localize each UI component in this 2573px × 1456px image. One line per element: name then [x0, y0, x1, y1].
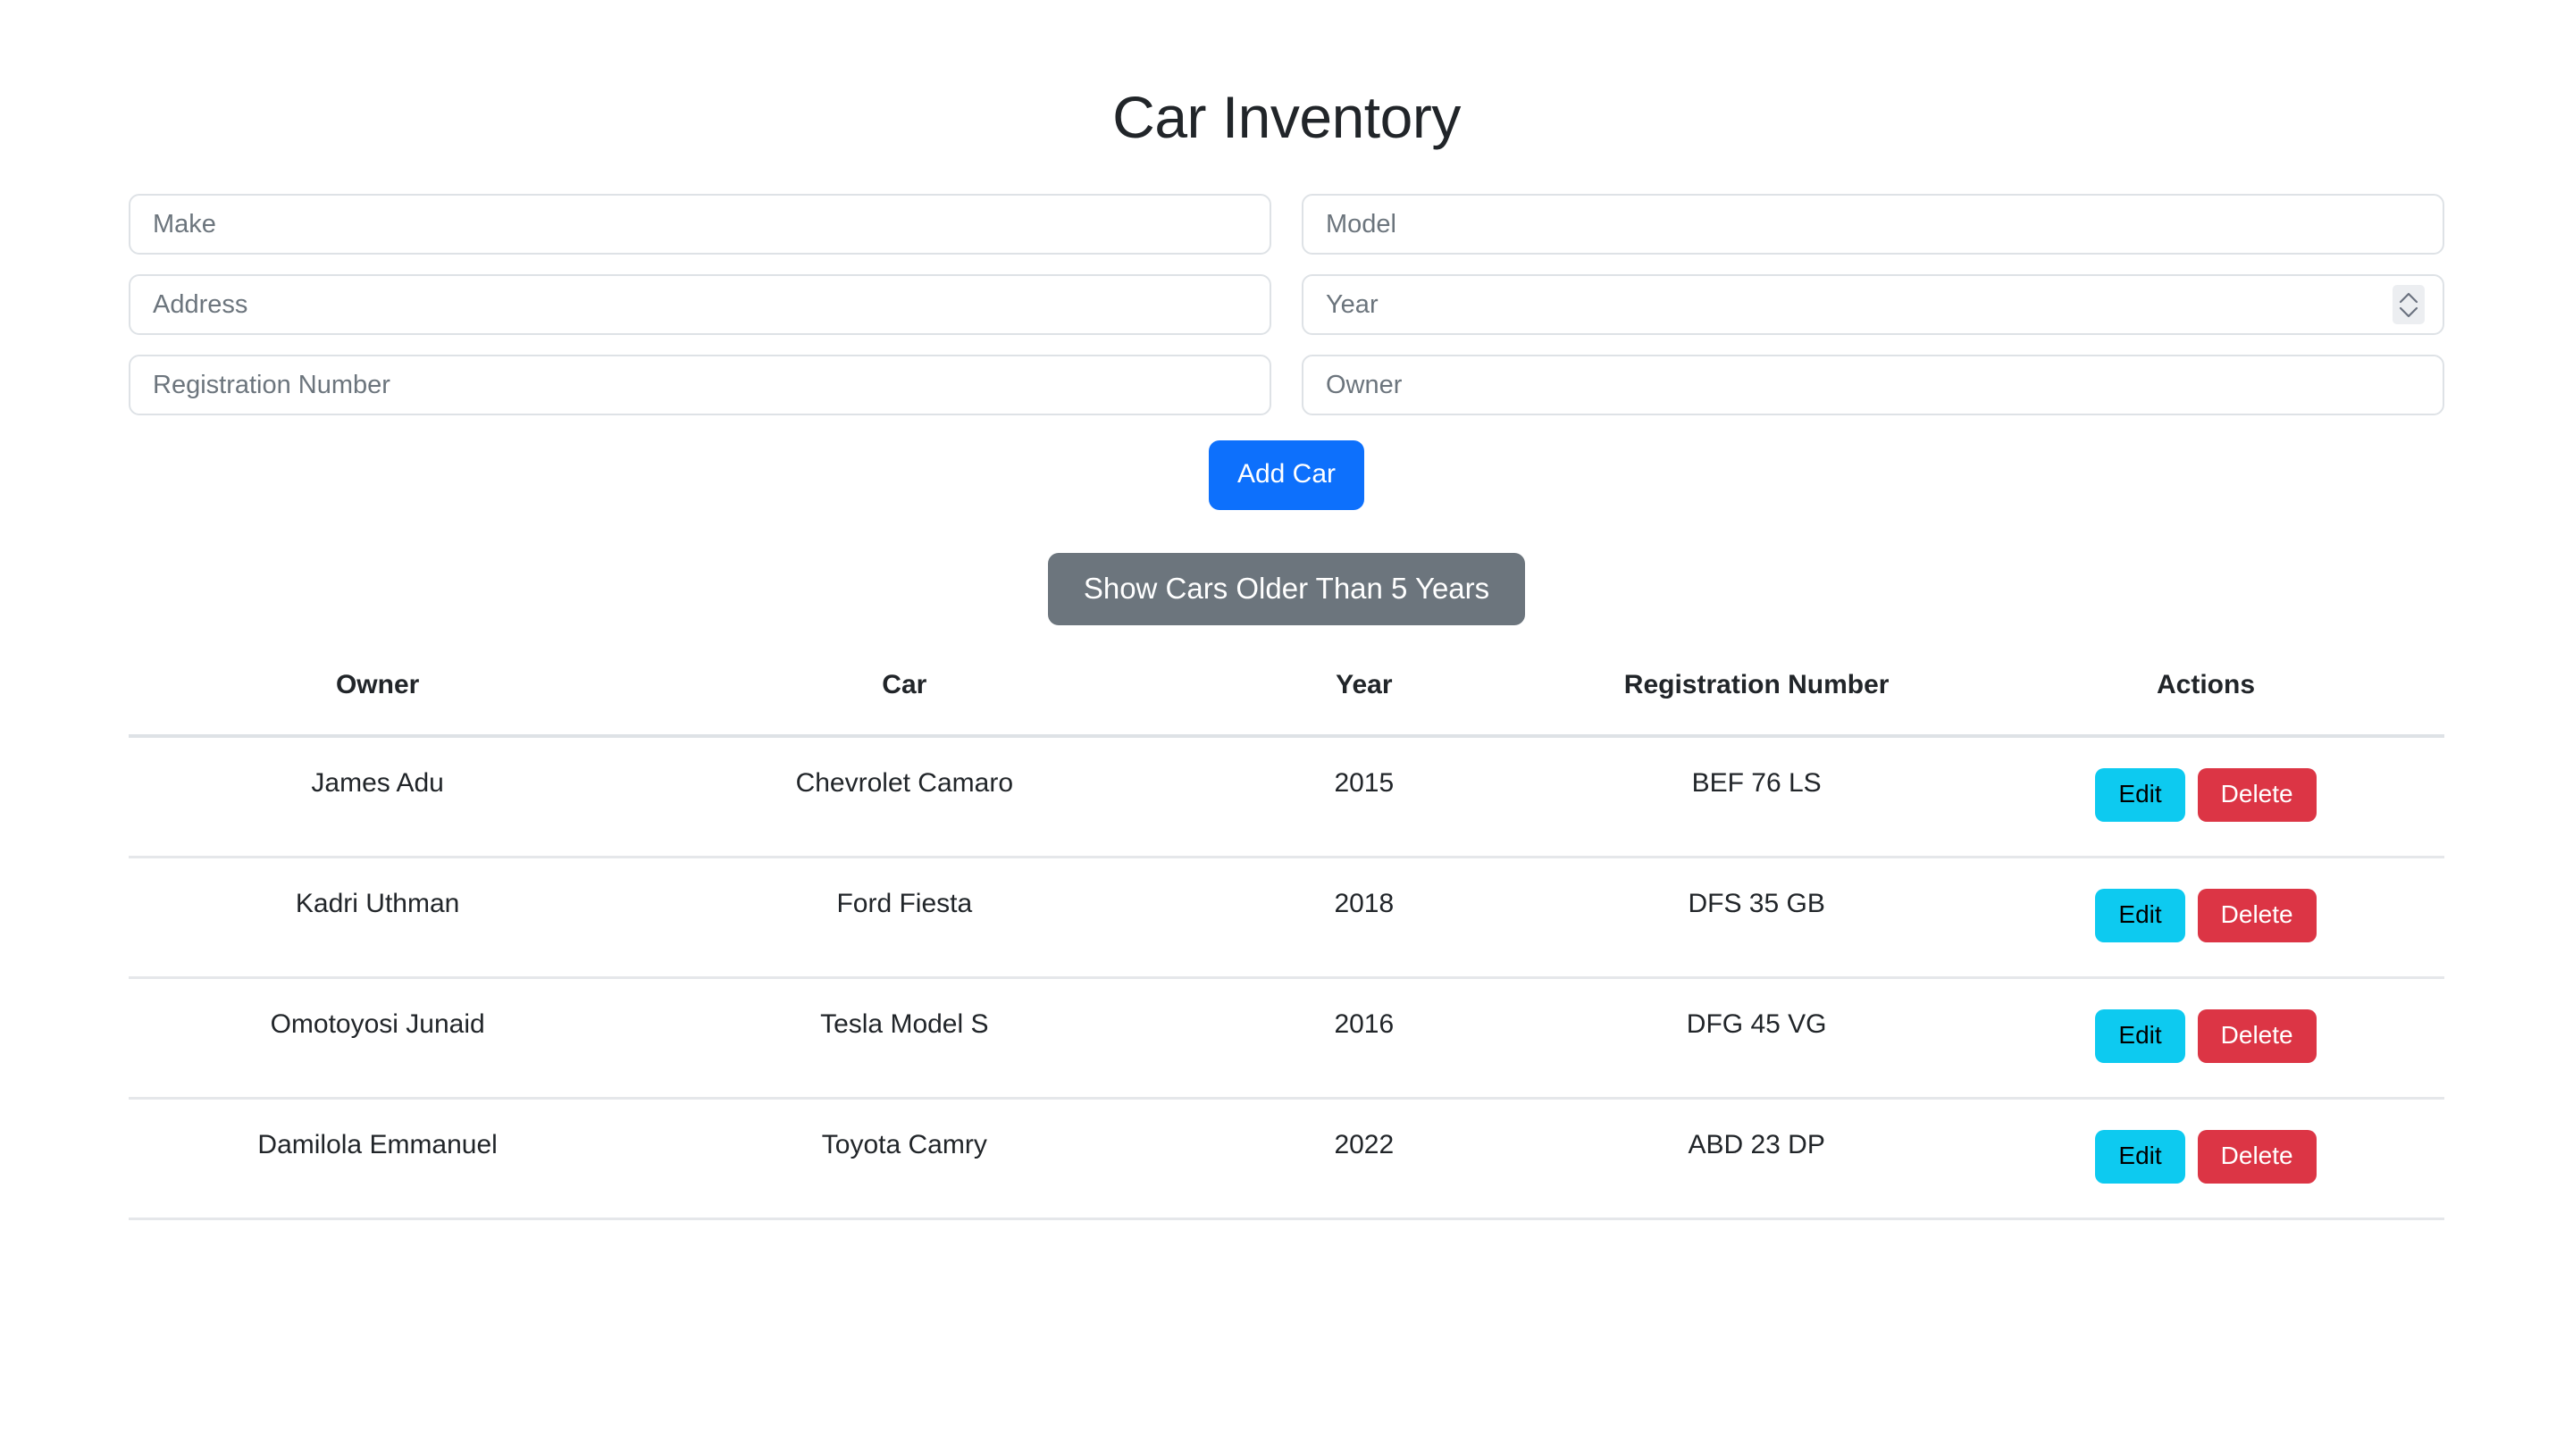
address-input[interactable] — [129, 274, 1271, 336]
add-car-button-row: Add Car — [129, 440, 2444, 511]
cell-car: Tesla Model S — [626, 977, 1183, 1100]
edit-button[interactable]: Edit — [2095, 889, 2185, 943]
inventory-table-wrap: Owner Car Year Registration Number Actio… — [129, 670, 2444, 1221]
column-header-year: Year — [1182, 670, 1546, 739]
edit-button[interactable]: Edit — [2095, 1130, 2185, 1184]
table-row: James Adu Chevrolet Camaro 2015 BEF 76 L… — [129, 736, 2444, 859]
cell-car: Toyota Camry — [626, 1098, 1183, 1221]
column-header-registration: Registration Number — [1546, 670, 1968, 739]
registration-number-input[interactable] — [129, 355, 1271, 416]
table-row: Damilola Emmanuel Toyota Camry 2022 ABD … — [129, 1098, 2444, 1221]
delete-button[interactable]: Delete — [2197, 1009, 2317, 1064]
chevron-up-icon[interactable] — [2399, 292, 2418, 304]
cell-actions: Edit Delete — [1967, 1098, 2444, 1221]
cell-car: Chevrolet Camaro — [626, 736, 1183, 859]
field-registration-wrap — [129, 355, 1271, 416]
cell-owner: Damilola Emmanuel — [129, 1098, 627, 1221]
page-title: Car Inventory — [1112, 84, 1461, 150]
inventory-table: Owner Car Year Registration Number Actio… — [129, 670, 2444, 1221]
cell-registration: DFG 45 VG — [1546, 977, 1968, 1100]
cell-actions: Edit Delete — [1967, 736, 2444, 859]
table-row: Omotoyosi Junaid Tesla Model S 2016 DFG … — [129, 977, 2444, 1100]
column-header-car: Car — [626, 670, 1183, 739]
cell-registration: BEF 76 LS — [1546, 736, 1968, 859]
cell-owner: James Adu — [129, 736, 627, 859]
cell-car: Ford Fiesta — [626, 857, 1183, 980]
column-header-owner: Owner — [129, 670, 627, 739]
make-input[interactable] — [129, 194, 1271, 255]
add-car-form — [129, 194, 2444, 416]
field-address-wrap — [129, 274, 1271, 336]
table-header-row: Owner Car Year Registration Number Actio… — [129, 670, 2444, 739]
cell-actions: Edit Delete — [1967, 977, 2444, 1100]
year-number-stepper[interactable] — [2393, 285, 2425, 325]
field-make-wrap — [129, 194, 1271, 255]
field-year-wrap — [1302, 274, 2444, 336]
cell-year: 2016 — [1182, 977, 1546, 1100]
column-header-actions: Actions — [1967, 670, 2444, 739]
cell-owner: Omotoyosi Junaid — [129, 977, 627, 1100]
cell-owner: Kadri Uthman — [129, 857, 627, 980]
show-cars-older-than-5-years-button[interactable]: Show Cars Older Than 5 Years — [1047, 553, 1526, 626]
edit-button[interactable]: Edit — [2095, 1009, 2185, 1064]
row-action-group: Edit Delete — [1967, 768, 2444, 823]
page-container: Car Inventory Make Model Address Year Re… — [129, 0, 2444, 1221]
table-row: Kadri Uthman Ford Fiesta 2018 DFS 35 GB … — [129, 857, 2444, 980]
cell-actions: Edit Delete — [1967, 857, 2444, 980]
cell-year: 2018 — [1182, 857, 1546, 980]
owner-input[interactable] — [1302, 355, 2444, 416]
row-action-group: Edit Delete — [1967, 1130, 2444, 1184]
chevron-down-icon[interactable] — [2399, 306, 2418, 318]
cell-registration: ABD 23 DP — [1546, 1098, 1968, 1221]
inventory-table-head: Owner Car Year Registration Number Actio… — [129, 670, 2444, 739]
row-action-group: Edit Delete — [1967, 889, 2444, 943]
field-model-wrap — [1302, 194, 2444, 255]
delete-button[interactable]: Delete — [2197, 768, 2317, 823]
cell-year: 2015 — [1182, 736, 1546, 859]
delete-button[interactable]: Delete — [2197, 889, 2317, 943]
cell-year: 2022 — [1182, 1098, 1546, 1221]
delete-button[interactable]: Delete — [2197, 1130, 2317, 1184]
row-action-group: Edit Delete — [1967, 1009, 2444, 1064]
cell-registration: DFS 35 GB — [1546, 857, 1968, 980]
filter-button-row: Show Cars Older Than 5 Years — [129, 553, 2444, 626]
model-input[interactable] — [1302, 194, 2444, 255]
app-root: Car Inventory Make Model Address Year Re… — [0, 0, 2573, 1456]
inventory-table-body: James Adu Chevrolet Camaro 2015 BEF 76 L… — [129, 736, 2444, 1221]
edit-button[interactable]: Edit — [2095, 768, 2185, 823]
year-input[interactable] — [1302, 274, 2444, 336]
field-owner-wrap — [1302, 355, 2444, 416]
add-car-button[interactable]: Add Car — [1208, 440, 1365, 511]
